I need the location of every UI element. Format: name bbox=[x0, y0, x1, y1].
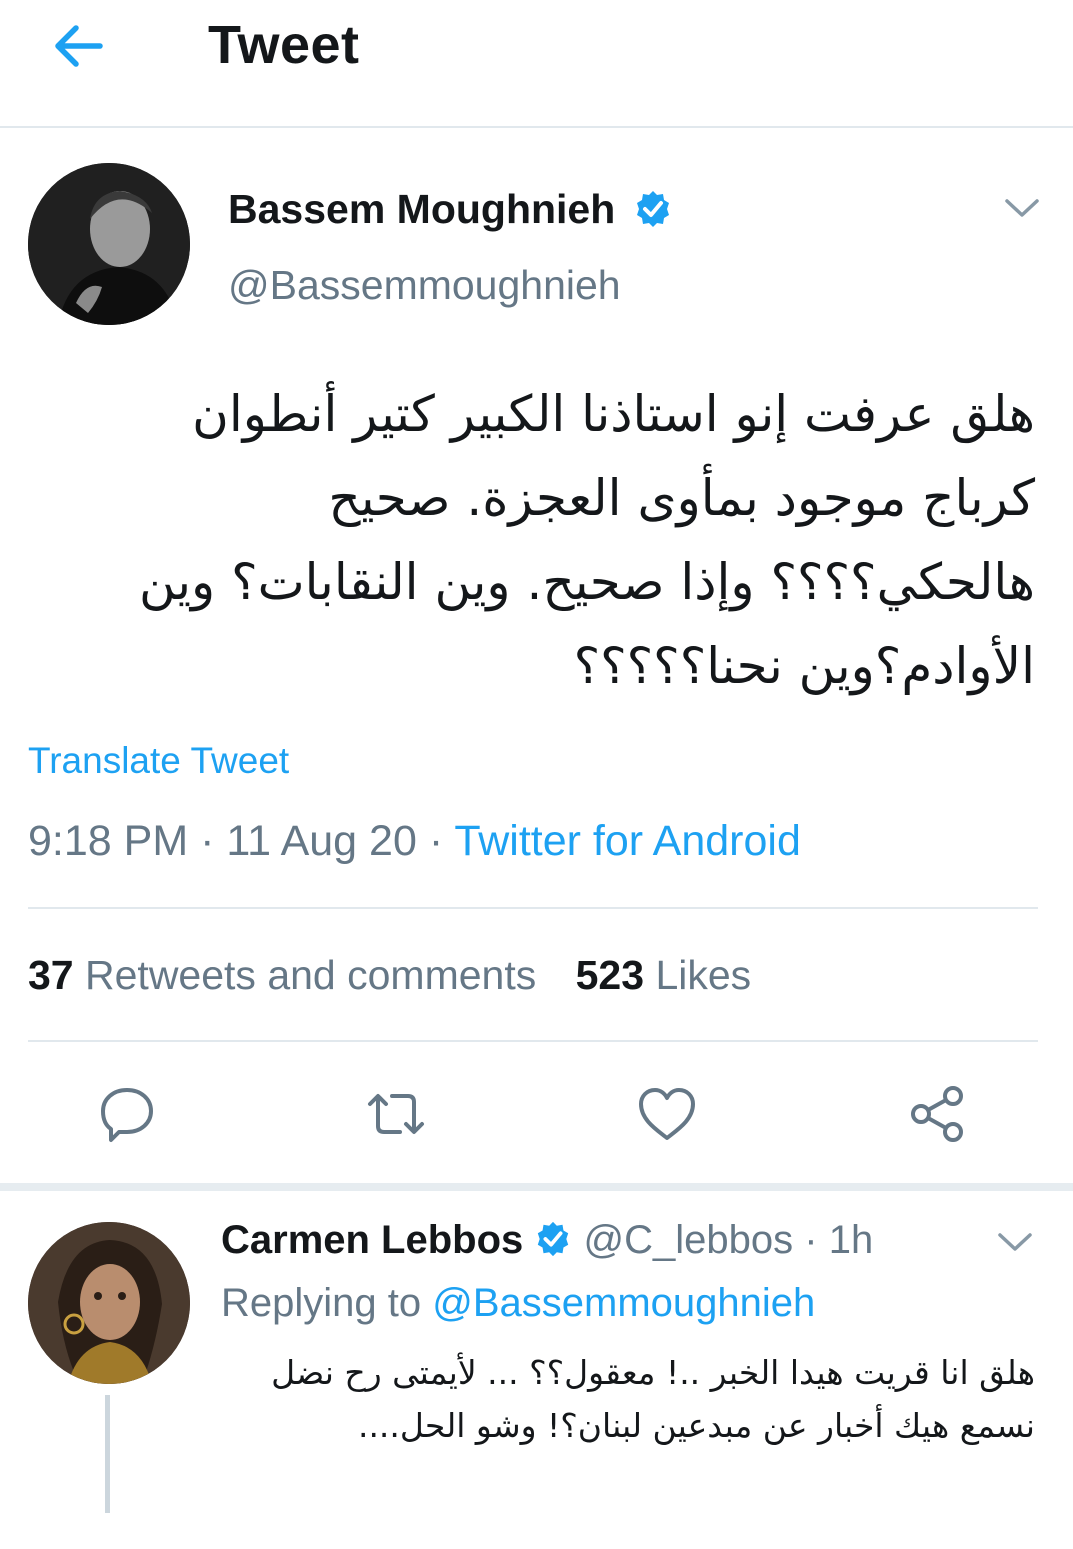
replying-to: Replying to @Bassemmoughnieh bbox=[221, 1281, 816, 1325]
verified-badge-icon bbox=[538, 1222, 569, 1257]
thread-line bbox=[105, 1395, 110, 1513]
tweet-text: هلق عرفت إنو استاذنا الكبير كتير أنطوان … bbox=[139, 385, 1035, 695]
author-handle[interactable]: @Bassemmoughnieh bbox=[228, 262, 621, 309]
retweet-icon[interactable] bbox=[364, 1082, 428, 1146]
divider bbox=[28, 907, 1038, 909]
reply-header: Carmen Lebbos @C_lebbos · 1h bbox=[221, 1218, 874, 1262]
author-avatar[interactable] bbox=[28, 163, 190, 325]
arrow-left-icon[interactable] bbox=[48, 20, 108, 72]
tweet-meta: 9:18 PM · 11 Aug 20 · Twitter for Androi… bbox=[28, 817, 801, 865]
author-name[interactable]: Bassem Moughnieh bbox=[228, 186, 673, 233]
reply-author-avatar[interactable] bbox=[28, 1222, 190, 1384]
translate-tweet-link[interactable]: Translate Tweet bbox=[28, 740, 289, 782]
tweet-time: 9:18 PM bbox=[28, 817, 189, 865]
tweet-date: 11 Aug 20 bbox=[226, 817, 417, 865]
tweet-source-link[interactable]: Twitter for Android bbox=[454, 817, 801, 865]
heart-icon[interactable] bbox=[635, 1082, 699, 1146]
chevron-down-icon[interactable] bbox=[995, 1228, 1035, 1256]
reply-author-name[interactable]: Carmen Lebbos bbox=[221, 1218, 523, 1262]
divider bbox=[28, 1040, 1038, 1042]
chevron-down-icon[interactable] bbox=[1002, 194, 1042, 222]
reply-author-handle[interactable]: @C_lebbos bbox=[584, 1218, 794, 1262]
verified-badge-icon bbox=[636, 191, 669, 228]
retweets-stat[interactable]: 37 Retweets and comments bbox=[28, 952, 548, 998]
likes-stat[interactable]: 523 Likes bbox=[576, 952, 752, 998]
reply-icon[interactable] bbox=[95, 1082, 159, 1146]
reply-time: 1h bbox=[828, 1218, 874, 1262]
share-icon[interactable] bbox=[905, 1082, 969, 1146]
replying-to-link[interactable]: @Bassemmoughnieh bbox=[432, 1281, 815, 1325]
tweet-stats: 37 Retweets and comments 523 Likes bbox=[28, 952, 751, 999]
top-bar: Tweet bbox=[0, 0, 1073, 128]
section-divider bbox=[0, 1183, 1073, 1191]
reply-text: هلق انا قريت هيدا الخبر ..! معقول؟؟ ... … bbox=[271, 1353, 1035, 1445]
page-title: Tweet bbox=[208, 15, 360, 75]
